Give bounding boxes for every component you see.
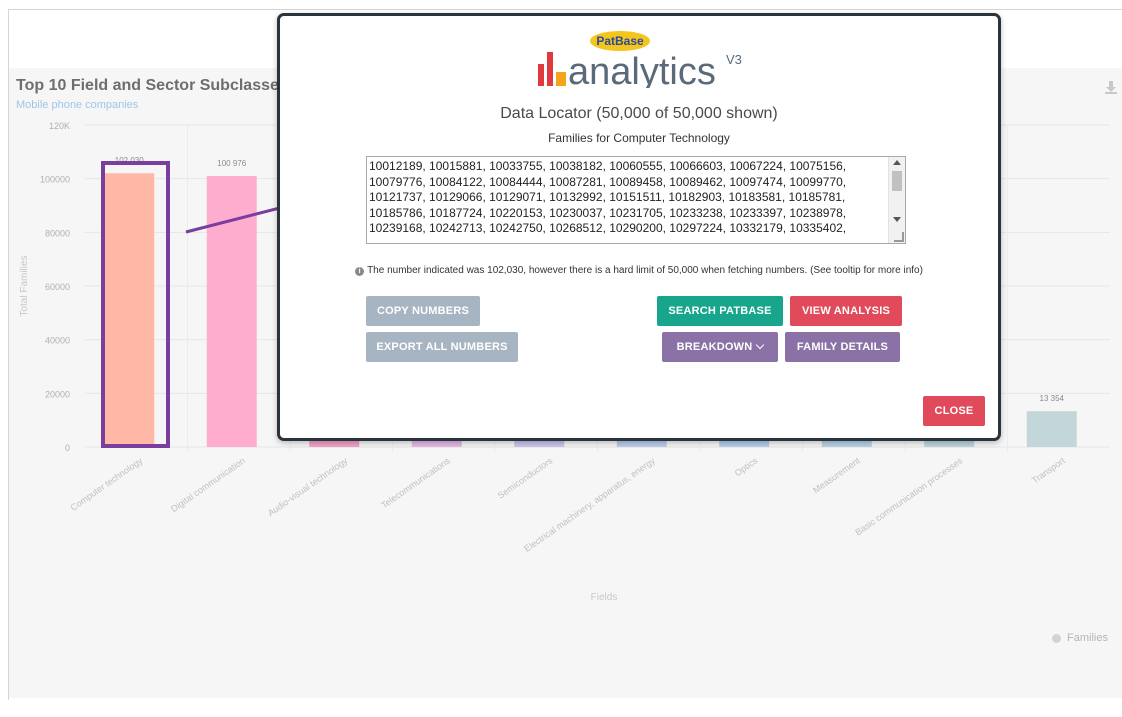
export-all-numbers-button[interactable]: EXPORT ALL NUMBERS bbox=[366, 332, 518, 362]
scroll-up-icon[interactable] bbox=[893, 160, 901, 165]
data-locator-modal: PatBase analytics V3 Data Locator (50,00… bbox=[277, 13, 1001, 441]
logo-version-text: V3 bbox=[726, 52, 742, 67]
textarea-scrollbar[interactable] bbox=[888, 157, 905, 243]
breakdown-dropdown-button[interactable]: BREAKDOWN bbox=[662, 332, 778, 362]
scroll-down-icon[interactable] bbox=[893, 217, 901, 222]
breakdown-label: BREAKDOWN bbox=[676, 341, 753, 353]
search-patbase-button[interactable]: SEARCH PATBASE bbox=[657, 296, 783, 326]
family-numbers-text[interactable]: 10012189, 10015881, 10033755, 10038182, … bbox=[369, 159, 889, 241]
family-details-button[interactable]: FAMILY DETAILS bbox=[785, 332, 900, 362]
scroll-thumb[interactable] bbox=[892, 171, 902, 191]
copy-numbers-button[interactable]: COPY NUMBERS bbox=[366, 296, 480, 326]
close-button[interactable]: CLOSE bbox=[923, 396, 985, 426]
info-icon[interactable]: i bbox=[355, 267, 365, 276]
patbase-analytics-logo: PatBase analytics V3 bbox=[530, 26, 750, 93]
limit-notice: i The number indicated was 102,030, howev… bbox=[280, 265, 998, 276]
view-analysis-button[interactable]: VIEW ANALYSIS bbox=[790, 296, 902, 326]
logo-word-text: analytics bbox=[568, 51, 716, 88]
resize-grip-icon[interactable] bbox=[894, 232, 904, 242]
modal-subheading: Families for Computer Technology bbox=[548, 131, 730, 145]
family-numbers-textarea[interactable]: 10012189, 10015881, 10033755, 10038182, … bbox=[366, 156, 906, 244]
logo-brand-text: PatBase bbox=[596, 34, 644, 48]
modal-heading: Data Locator (50,000 of 50,000 shown) bbox=[500, 105, 778, 122]
chevron-down-icon bbox=[756, 340, 765, 350]
limit-notice-text: The number indicated was 102,030, howeve… bbox=[367, 265, 923, 276]
